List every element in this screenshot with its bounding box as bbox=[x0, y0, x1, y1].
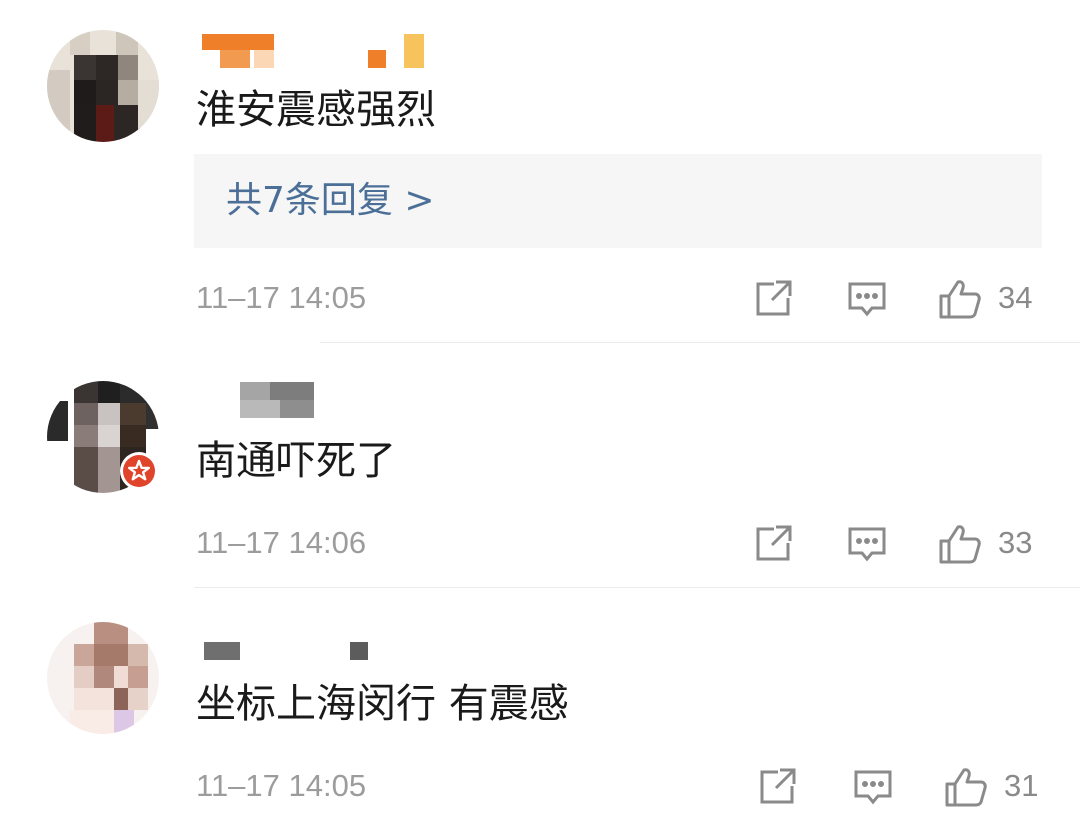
reply-summary-box[interactable]: 共7条回复 > bbox=[194, 154, 1042, 248]
comment-text: 淮安震感强烈 bbox=[196, 87, 436, 133]
comment-timestamp: 11–17 14:05 bbox=[196, 768, 367, 803]
username-redacted[interactable] bbox=[196, 382, 326, 422]
view-replies-link[interactable]: 共7条回复 > bbox=[226, 177, 435, 225]
comment-meta: 11–17 14:05 34 bbox=[0, 274, 1080, 324]
comment-item: 淮安震感强烈 共7条回复 > 11–17 14:05 34 bbox=[0, 0, 1080, 345]
like-count: 33 bbox=[998, 525, 1033, 560]
share-icon[interactable] bbox=[756, 766, 798, 808]
comment-text: 坐标上海闵行 有震感 bbox=[196, 681, 569, 727]
like-count: 34 bbox=[998, 280, 1033, 315]
comment-meta: 11–17 14:06 33 bbox=[0, 519, 1080, 569]
comment-timestamp: 11–17 14:05 bbox=[196, 280, 367, 315]
comment-item: 坐标上海闵行 有震感 11–17 14:05 31 bbox=[0, 590, 1080, 827]
comment-icon[interactable] bbox=[852, 766, 894, 808]
comment-text: 南通吓死了 bbox=[196, 438, 396, 484]
divider bbox=[194, 587, 1080, 588]
share-icon[interactable] bbox=[752, 523, 794, 565]
username-redacted[interactable] bbox=[196, 640, 396, 680]
comment-timestamp: 11–17 14:06 bbox=[196, 525, 367, 560]
thumbs-up-icon[interactable] bbox=[944, 766, 987, 808]
avatar[interactable] bbox=[40, 622, 166, 734]
divider bbox=[320, 342, 1080, 343]
comment-icon[interactable] bbox=[846, 278, 888, 320]
username-redacted[interactable] bbox=[196, 32, 436, 72]
like-count: 31 bbox=[1004, 768, 1039, 803]
thumbs-up-icon[interactable] bbox=[938, 523, 981, 565]
share-icon[interactable] bbox=[752, 278, 794, 320]
comment-icon[interactable] bbox=[846, 523, 888, 565]
red-star-badge-icon bbox=[120, 452, 158, 490]
thumbs-up-icon[interactable] bbox=[938, 278, 981, 320]
avatar[interactable] bbox=[40, 30, 166, 142]
comment-meta: 11–17 14:05 31 bbox=[0, 762, 1080, 812]
comment-item: 南通吓死了 11–17 14:06 33 bbox=[0, 345, 1080, 590]
